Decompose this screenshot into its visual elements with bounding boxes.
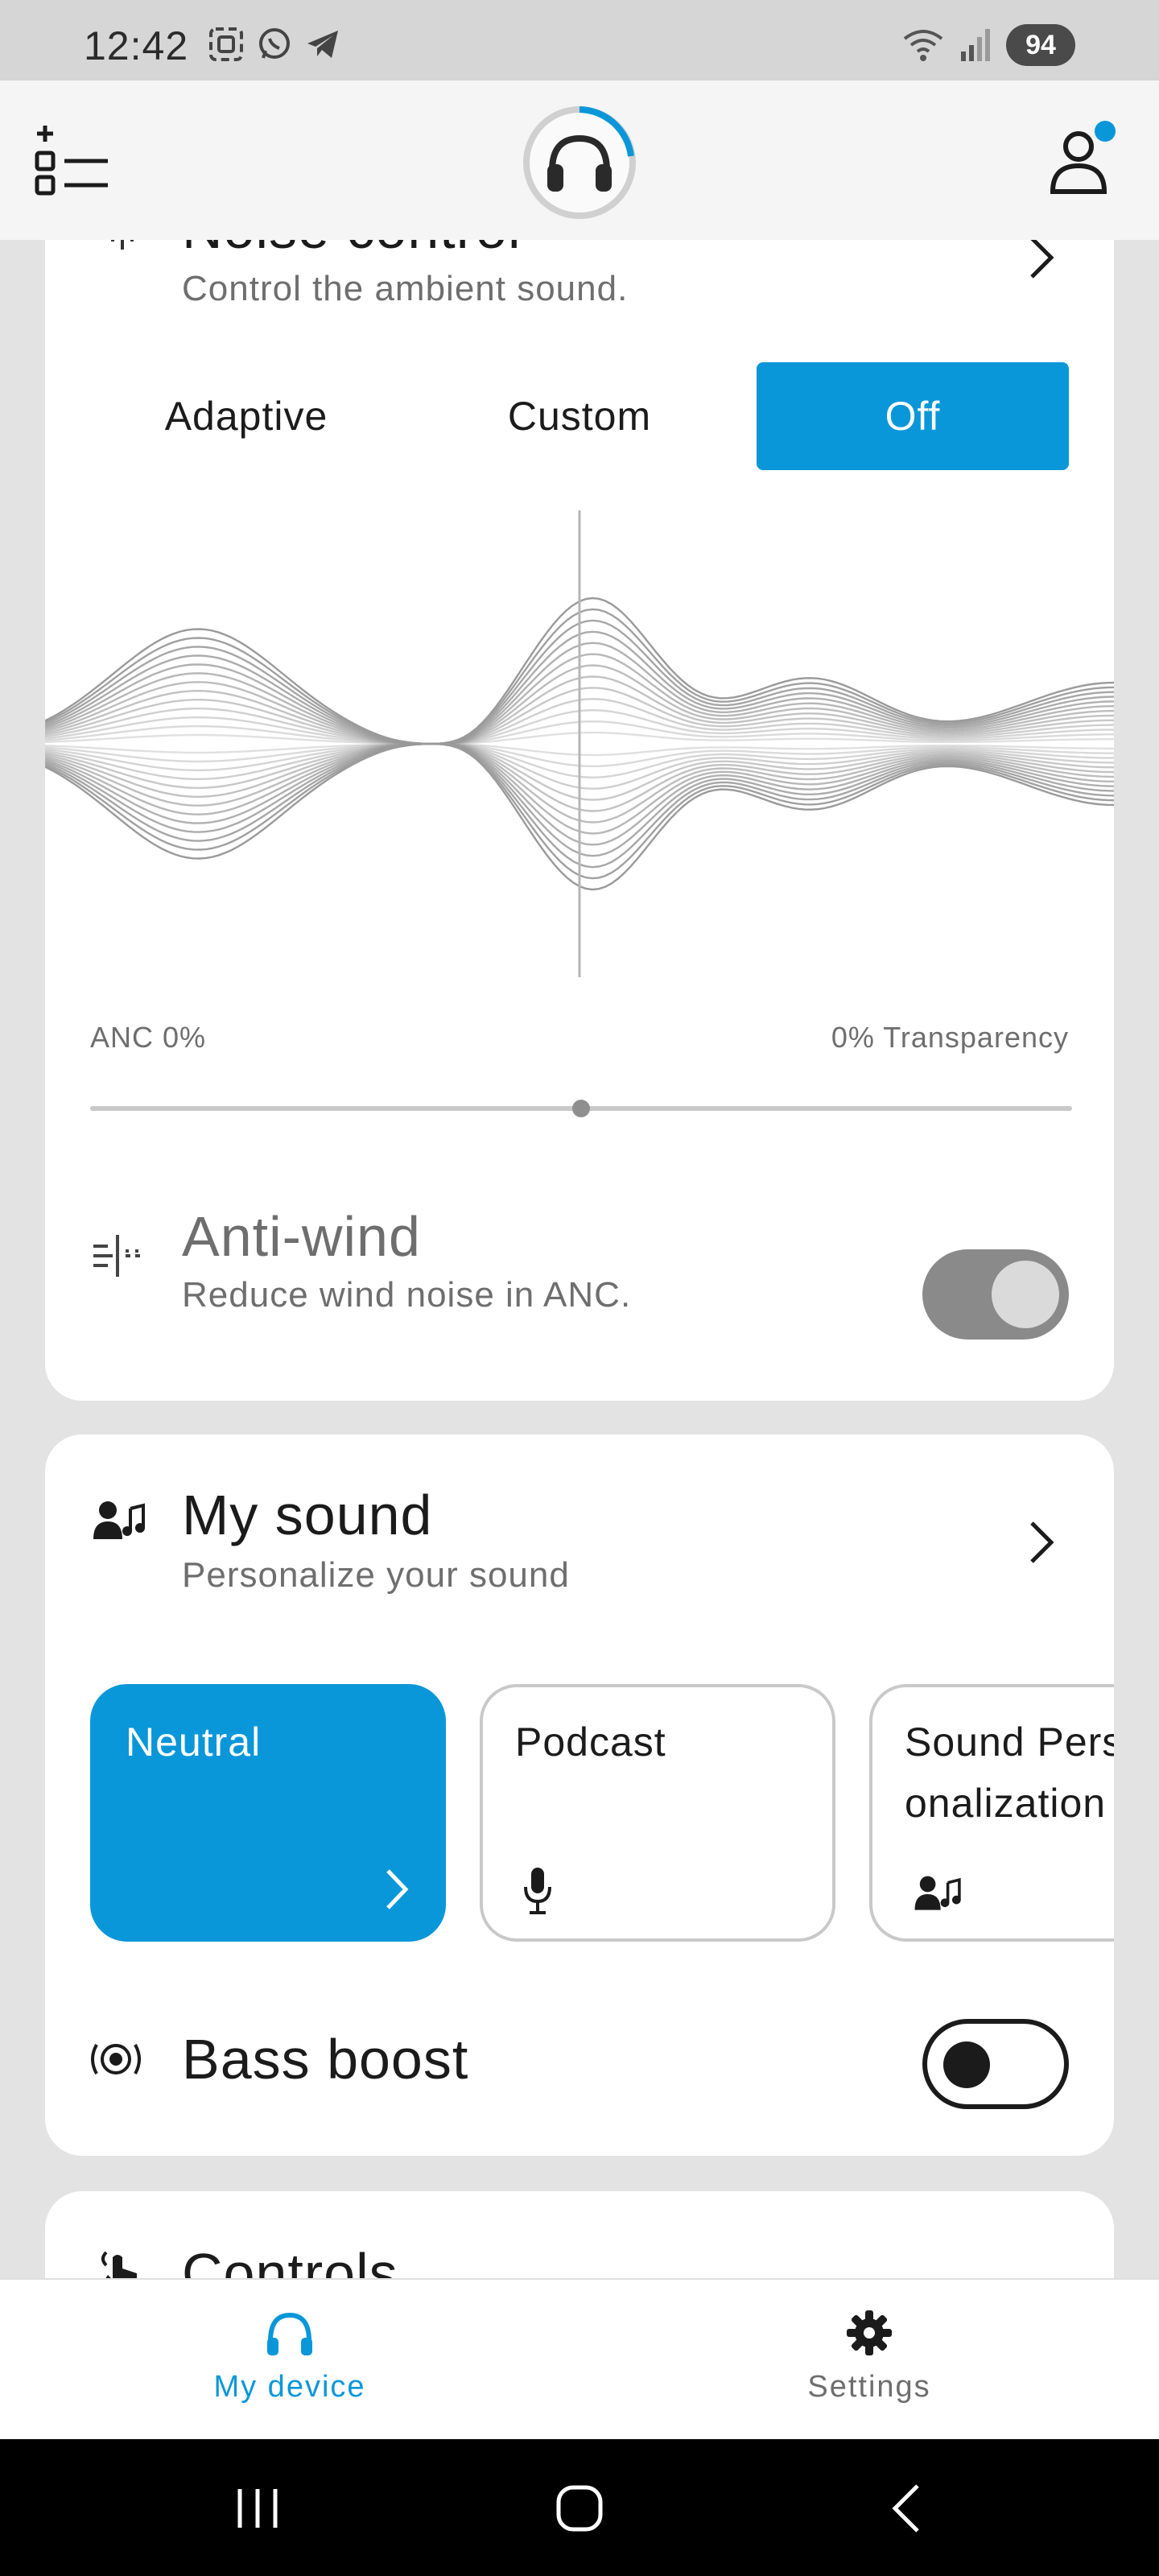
anc-label: ANC 0% [90,1021,207,1054]
anti-wind-toggle[interactable] [922,1249,1069,1340]
status-notification-icons [208,26,341,63]
bass-boost-icon [91,2044,141,2074]
mode-off-button[interactable]: Off [757,362,1069,470]
my-sound-card: My sound Personalize your sound Neutral … [45,1435,1114,2156]
noise-control-subtitle: Control the ambient sound. [182,269,629,308]
preset-label: Sound Personalization [905,1719,1114,1826]
microphone-icon [524,1868,551,1914]
home-icon[interactable] [483,2439,676,2576]
anti-wind-subtitle: Reduce wind noise in ANC. [182,1275,632,1315]
person-music-icon [93,1501,145,1539]
chevron-right-icon [386,1869,409,1909]
headphones-icon[interactable] [520,103,639,222]
screenshot-icon [209,27,243,61]
app-header [0,80,1159,240]
my-sound-chevron-right-icon[interactable] [1025,1518,1058,1567]
status-system-icons: 94 [901,24,1075,66]
anti-wind-title: Anti-wind [182,1205,421,1268]
preset-podcast[interactable]: Podcast [480,1684,835,1942]
add-list-icon[interactable] [32,121,113,201]
nav-settings[interactable]: Settings [580,2280,1159,2441]
bass-boost-title: Bass boost [182,2028,469,2091]
my-sound-subtitle: Personalize your sound [182,1555,570,1595]
signal-icon [961,29,990,61]
anti-wind-toggle-knob [992,1261,1059,1328]
preset-sound-personalization[interactable]: Sound Personalization [869,1684,1114,1942]
preset-label: Neutral [126,1719,262,1765]
anc-transparency-slider-thumb[interactable] [572,1100,590,1117]
mode-custom-button[interactable]: Custom [423,362,736,470]
headphones-icon [267,2312,312,2355]
preset-neutral[interactable]: Neutral [90,1684,446,1942]
noise-control-card: Noise control Control the ambient sound.… [45,161,1114,1401]
noise-mode-selector: Adaptive Custom Off [90,362,1069,470]
transparency-label: 0% Transparency [831,1021,1069,1054]
profile-button[interactable] [1038,116,1127,204]
person-music-icon [914,1876,961,1910]
bass-boost-toggle-knob [943,2041,990,2088]
preset-label: Podcast [515,1719,666,1765]
system-navigation-bar [0,2439,1159,2576]
mode-adaptive-button[interactable]: Adaptive [90,362,402,470]
status-bar: 12:42 94 [0,0,1159,80]
noise-control-chevron-right-icon[interactable] [1025,233,1058,282]
nav-my-device-label: My device [213,2370,366,2404]
my-sound-title: My sound [182,1484,433,1546]
bass-boost-toggle[interactable] [922,2019,1069,2109]
gear-icon [847,2310,892,2355]
wifi-icon [903,30,943,61]
nav-settings-label: Settings [807,2370,931,2404]
bottom-navigation: My device Settings [0,2278,1159,2439]
battery-indicator: 94 [1006,24,1075,66]
nav-my-device[interactable]: My device [0,2280,580,2441]
telegram-icon [307,31,338,58]
recent-apps-icon[interactable] [161,2439,354,2576]
back-icon[interactable] [808,2439,1001,2576]
whatsapp-icon [259,28,290,59]
status-time: 12:42 [84,23,189,68]
anti-wind-icon [93,1235,140,1277]
notification-dot [1095,121,1116,142]
noise-waveform-graphic [45,510,1114,977]
